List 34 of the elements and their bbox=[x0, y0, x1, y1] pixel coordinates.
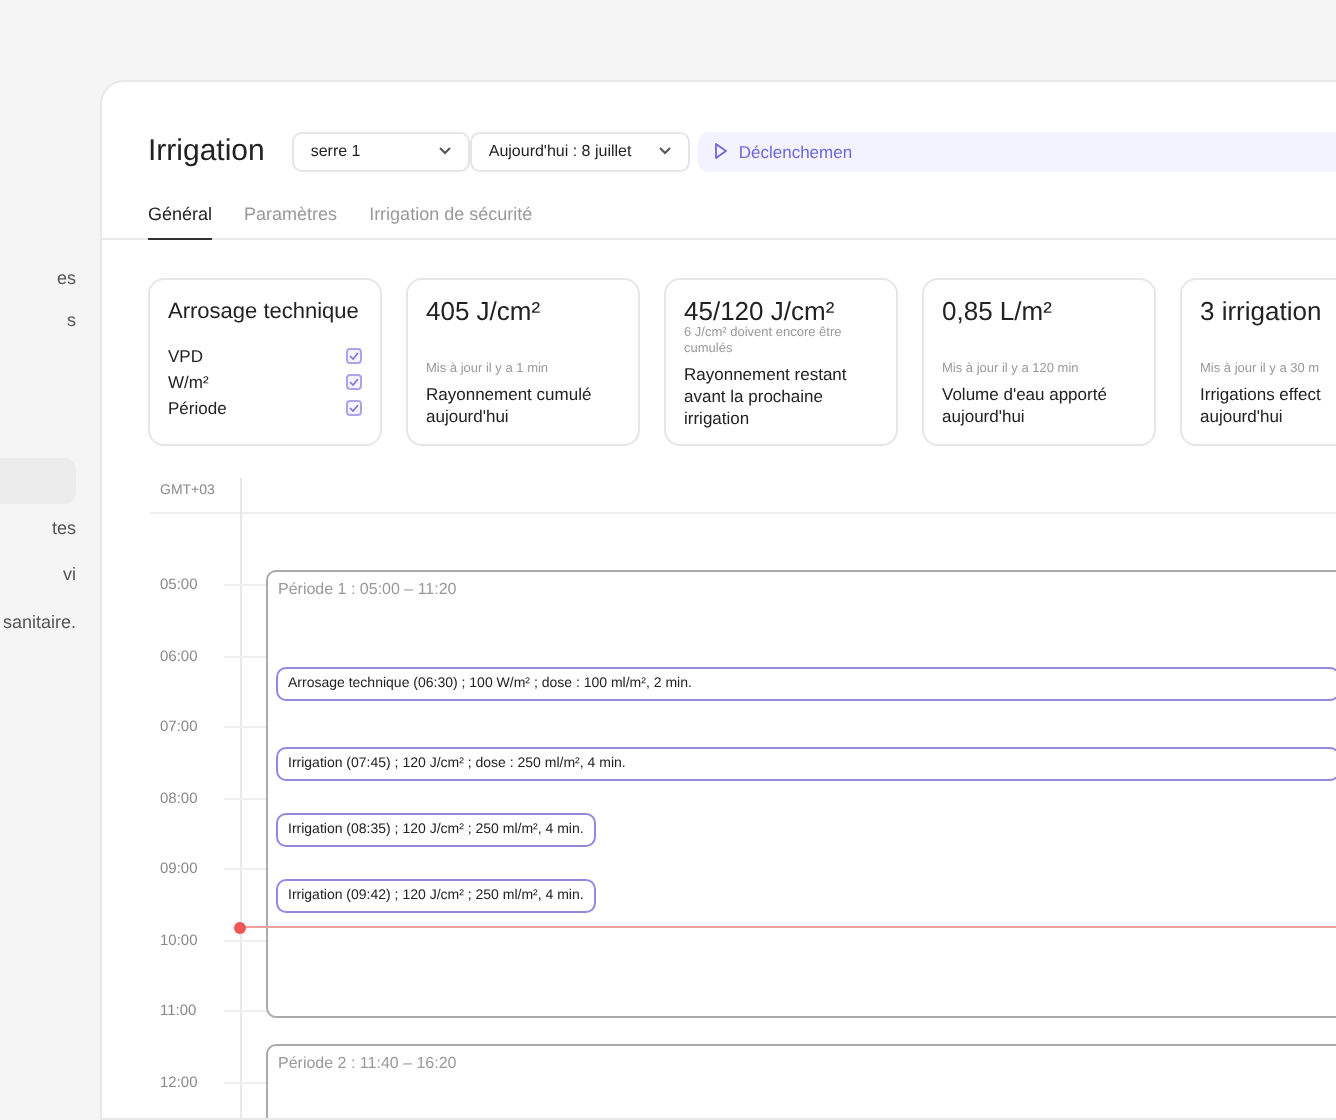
stat-label: Rayonnement restant avant la prochaine irrigation bbox=[684, 363, 849, 431]
sidebar-item[interactable]: es bbox=[56, 268, 76, 288]
card-title: Arrosage technique bbox=[168, 300, 361, 324]
sidebar-item[interactable]: vi bbox=[63, 564, 76, 584]
stat-value: 3 irrigation bbox=[1200, 296, 1324, 326]
chevron-down-icon bbox=[658, 146, 673, 156]
option-label: Période bbox=[168, 397, 227, 417]
checkbox[interactable] bbox=[346, 373, 362, 389]
option-label: W/m² bbox=[168, 371, 209, 391]
checkbox-tick-icon bbox=[348, 349, 360, 361]
sidebar-item[interactable]: tes bbox=[51, 518, 76, 538]
checkbox-tick-icon bbox=[348, 375, 360, 387]
period-label: Période 2 : 11:40 – 16:20 bbox=[278, 1054, 457, 1072]
sidebar-item[interactable]: sanitaire. bbox=[2, 612, 76, 632]
period-label: Période 1 : 05:00 – 11:20 bbox=[278, 580, 457, 598]
option-label: VPD bbox=[168, 345, 203, 365]
checkbox[interactable] bbox=[346, 347, 362, 363]
stat-label: Volume d'eau apporté aujourd'hui bbox=[942, 383, 1109, 428]
trigger-button[interactable]: Déclenchemen bbox=[698, 131, 1336, 171]
page-title: Irrigation bbox=[148, 134, 265, 168]
stat-value: 0,85 L/m² bbox=[942, 296, 1054, 326]
checkbox-tick-icon bbox=[348, 401, 360, 413]
play-icon bbox=[714, 142, 729, 160]
current-time-dot bbox=[234, 921, 246, 933]
stat-label: Irrigations effect aujourd'hui bbox=[1200, 383, 1323, 428]
stat-value: 45/120 J/cm² bbox=[684, 296, 837, 326]
date-select[interactable]: Aujourd'hui : 8 juillet bbox=[470, 131, 691, 171]
chevron-down-icon bbox=[438, 146, 453, 156]
stat-value: 405 J/cm² bbox=[426, 296, 543, 326]
checkbox[interactable] bbox=[346, 399, 362, 415]
greenhouse-select[interactable]: serre 1 bbox=[292, 131, 471, 171]
stat-label: Rayonnement cumulé aujourd'hui bbox=[426, 383, 594, 428]
tab[interactable]: Général bbox=[148, 196, 213, 240]
sidebar-item[interactable]: s bbox=[67, 310, 76, 330]
